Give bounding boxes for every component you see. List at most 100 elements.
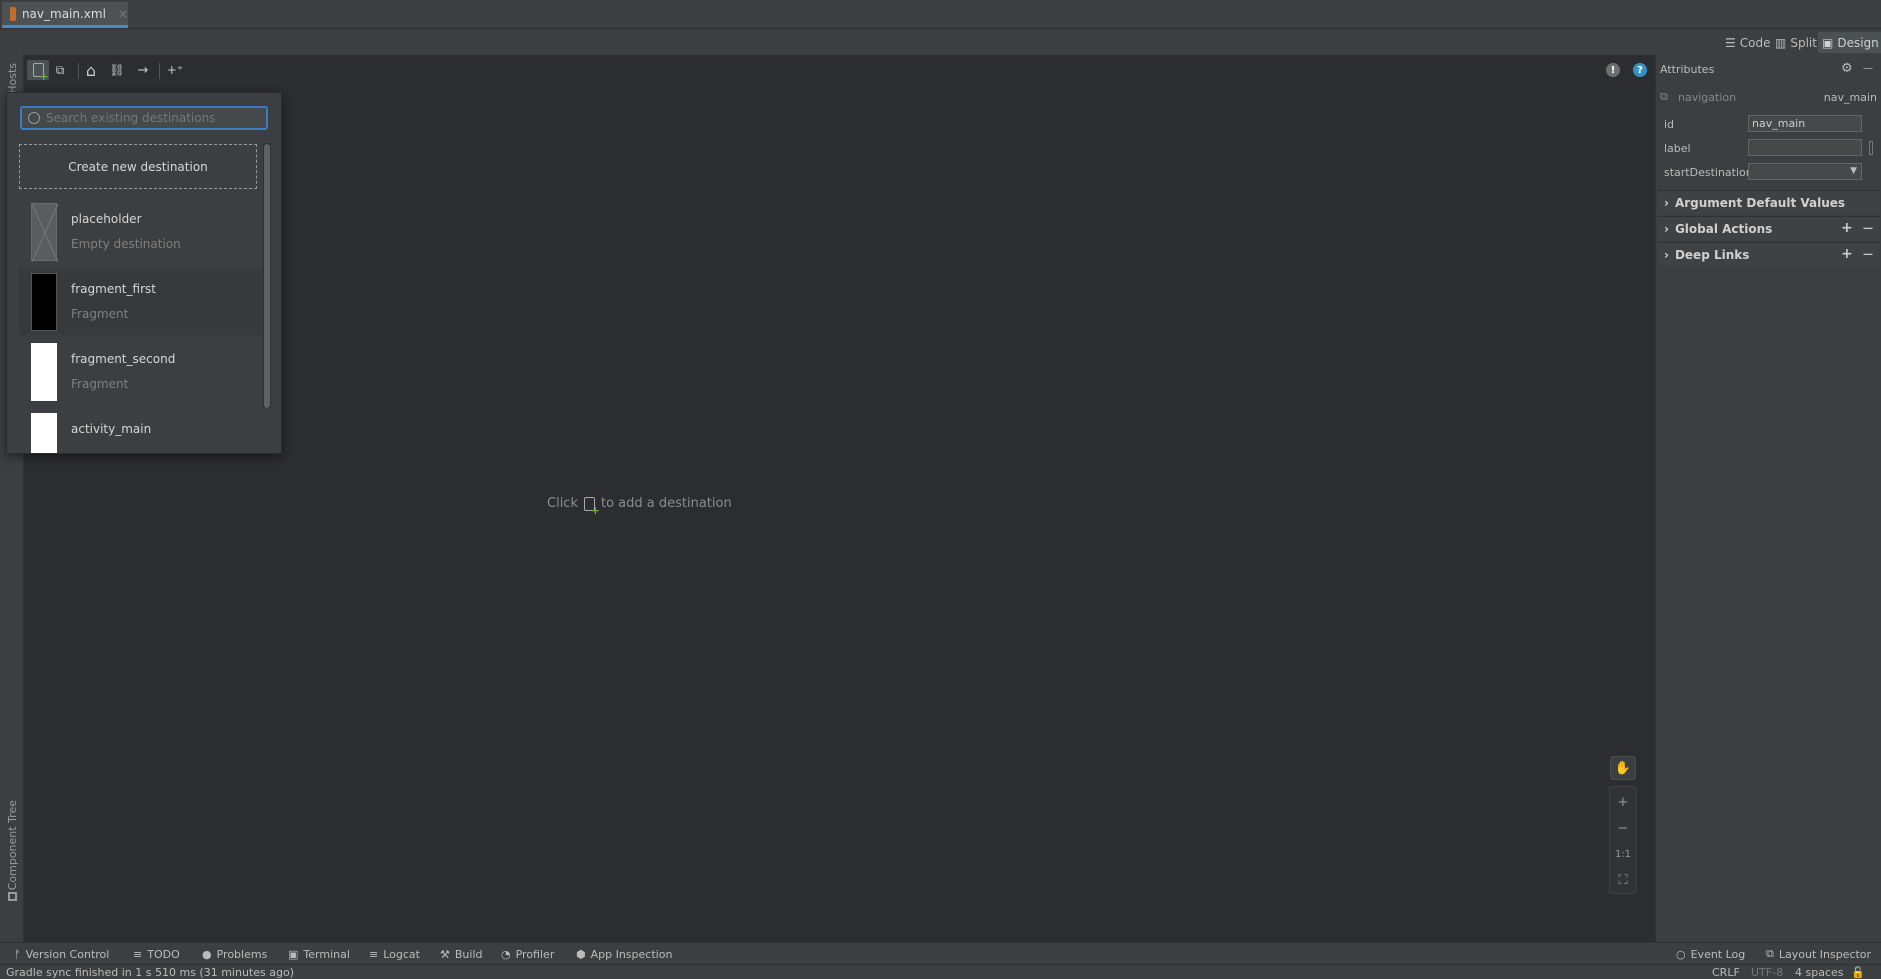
build-tab[interactable]: ⚒ Build xyxy=(440,946,483,962)
hand-icon: ✋ xyxy=(1614,760,1632,776)
gear-icon[interactable]: ⚙ xyxy=(1841,61,1853,76)
zoom-out-button[interactable]: − xyxy=(1610,816,1636,840)
remove-global-action-icon[interactable]: — xyxy=(1863,223,1873,234)
toolbar-separator xyxy=(159,63,160,79)
tool-window-label: Version Control xyxy=(25,947,110,961)
editor-tab-nav-main[interactable]: nav_main.xml × xyxy=(2,2,128,28)
tool-window-label: App Inspection xyxy=(590,947,673,961)
arrow-right-icon: → xyxy=(137,62,149,78)
help-icon[interactable]: ? xyxy=(1633,63,1647,77)
label-field[interactable] xyxy=(1748,139,1862,156)
list-icon: ≡ xyxy=(133,947,143,961)
placeholder-thumbnail xyxy=(31,203,58,262)
destination-type: Fragment xyxy=(71,377,129,391)
minimize-icon[interactable]: — xyxy=(1863,63,1873,74)
status-bar: Gradle sync finished in 1 s 510 ms (31 m… xyxy=(0,964,1881,979)
line-separator-indicator[interactable]: CRLF xyxy=(1712,966,1740,979)
component-id-value: nav_main xyxy=(1823,91,1877,104)
section-argument-default-values[interactable]: › Argument Default Values xyxy=(1658,190,1880,214)
section-label: Global Actions xyxy=(1674,221,1773,236)
add-action-button[interactable]: → xyxy=(132,60,154,80)
nested-graph-button[interactable]: ⧉ xyxy=(49,60,71,80)
new-destination-button[interactable] xyxy=(27,60,49,83)
problems-tab[interactable]: ● Problems xyxy=(202,946,267,962)
assign-start-destination-button[interactable]: ⌂ xyxy=(80,60,102,80)
create-new-destination-button[interactable]: Create new destination xyxy=(19,144,257,189)
hosts-tab[interactable]: Hosts xyxy=(6,63,19,94)
zoom-to-fit-button[interactable]: ⛶ xyxy=(1610,868,1636,892)
tool-window-label: Terminal xyxy=(303,947,350,961)
layout-inspector-tab[interactable]: ⧉ Layout Inspector xyxy=(1766,946,1871,962)
tool-window-bar: ᚠ Version Control ≡ TODO ● Problems ▣ Te… xyxy=(0,942,1881,964)
destination-item-activity-main[interactable]: activity_main xyxy=(19,409,263,453)
tool-window-label: Event Log xyxy=(1690,947,1746,961)
component-tree-icon[interactable] xyxy=(8,892,17,901)
code-mode-label: Code xyxy=(1739,35,1771,50)
warning-info-icon[interactable]: ! xyxy=(1606,63,1620,77)
view-mode-bar: ☰ Code ▥ Split ▣ Design xyxy=(0,29,1881,55)
id-field[interactable]: nav_main xyxy=(1748,115,1862,132)
start-destination-dropdown[interactable]: ▼ xyxy=(1748,163,1862,180)
status-message[interactable]: Gradle sync finished in 1 s 510 ms (31 m… xyxy=(6,966,294,979)
remove-deep-link-icon[interactable]: — xyxy=(1863,249,1873,260)
popup-scrollbar-thumb[interactable] xyxy=(264,144,270,408)
design-toolbar: ⧉ ⌂ ⛓ → +⁺ ! ? xyxy=(24,55,1654,85)
destination-type: Empty destination xyxy=(71,237,181,251)
create-new-destination-label: Create new destination xyxy=(68,159,208,174)
hint-suffix: to add a destination xyxy=(600,496,732,511)
navigation-icon: ⧉ xyxy=(1660,90,1668,103)
label-resource-picker[interactable] xyxy=(1869,141,1873,155)
tool-window-label: Problems xyxy=(216,947,268,961)
destination-name: fragment_second xyxy=(71,352,176,366)
attributes-panel: Attributes ⚙ — ⧉ navigation nav_main id … xyxy=(1655,55,1881,942)
app-inspection-tab[interactable]: ⬢ App Inspection xyxy=(576,946,672,962)
zoom-out-icon: − xyxy=(1617,820,1629,836)
logcat-tab[interactable]: ≡ Logcat xyxy=(369,946,420,962)
todo-tab[interactable]: ≡ TODO xyxy=(133,946,180,962)
profiler-tab[interactable]: ◔ Profiler xyxy=(501,946,554,962)
destination-item-fragment-second[interactable]: fragment_second Fragment xyxy=(19,339,263,405)
section-deep-links[interactable]: › Deep Links + — xyxy=(1658,242,1880,266)
zoom-in-button[interactable]: + xyxy=(1610,790,1636,814)
component-tree-tab[interactable]: Component Tree xyxy=(6,800,19,890)
lock-icon[interactable]: 🔓 xyxy=(1851,966,1865,979)
pan-button[interactable]: ✋ xyxy=(1610,756,1636,780)
search-input[interactable] xyxy=(46,111,246,125)
destination-item-fragment-first[interactable]: fragment_first Fragment xyxy=(19,269,263,335)
tool-window-label: Profiler xyxy=(515,947,555,961)
chevron-down-icon: ▼ xyxy=(1850,166,1857,176)
add-deep-link-button[interactable]: ⛓ xyxy=(106,60,128,80)
close-icon[interactable]: × xyxy=(118,7,128,21)
fit-screen-icon: ⛶ xyxy=(1618,872,1628,888)
hammer-icon: ⚒ xyxy=(440,947,450,961)
section-global-actions[interactable]: › Global Actions + — xyxy=(1658,216,1880,240)
new-destination-icon xyxy=(32,63,49,83)
design-mode-button[interactable]: ▣ Design xyxy=(1818,32,1881,53)
encoding-indicator[interactable]: UTF-8 xyxy=(1751,966,1783,979)
section-label: Deep Links xyxy=(1674,247,1750,262)
editor-tab-label: nav_main.xml xyxy=(21,6,106,21)
terminal-tab[interactable]: ▣ Terminal xyxy=(288,946,350,962)
search-box[interactable] xyxy=(20,106,268,130)
label-label: label xyxy=(1664,142,1691,155)
destination-item-placeholder[interactable]: placeholder Empty destination xyxy=(19,199,263,265)
nested-graph-icon: ⧉ xyxy=(55,62,65,77)
actual-size-label: 1:1 xyxy=(1614,848,1632,860)
event-log-tab[interactable]: ○ Event Log xyxy=(1676,946,1745,962)
code-mode-button[interactable]: ☰ Code xyxy=(1721,32,1775,53)
version-control-tab[interactable]: ᚠ Version Control xyxy=(14,946,109,962)
split-mode-button[interactable]: ▥ Split xyxy=(1771,32,1821,53)
code-icon: ☰ xyxy=(1725,35,1736,50)
add-deep-link-icon[interactable]: + xyxy=(1841,246,1853,262)
indent-indicator[interactable]: 4 spaces xyxy=(1795,966,1844,979)
zoom-in-icon: + xyxy=(1617,794,1629,810)
destination-name: placeholder xyxy=(71,212,142,226)
component-type-label: navigation xyxy=(1678,91,1737,104)
auto-arrange-button[interactable]: +⁺ xyxy=(164,60,186,80)
tool-window-label: Layout Inspector xyxy=(1778,947,1872,961)
add-destination-popup: Create new destination placeholder Empty… xyxy=(6,92,282,454)
actual-size-button[interactable]: 1:1 xyxy=(1610,842,1636,866)
destination-name: fragment_first xyxy=(71,282,156,296)
empty-canvas-hint: Click to add a destination xyxy=(547,496,732,517)
add-global-action-icon[interactable]: + xyxy=(1841,220,1853,236)
